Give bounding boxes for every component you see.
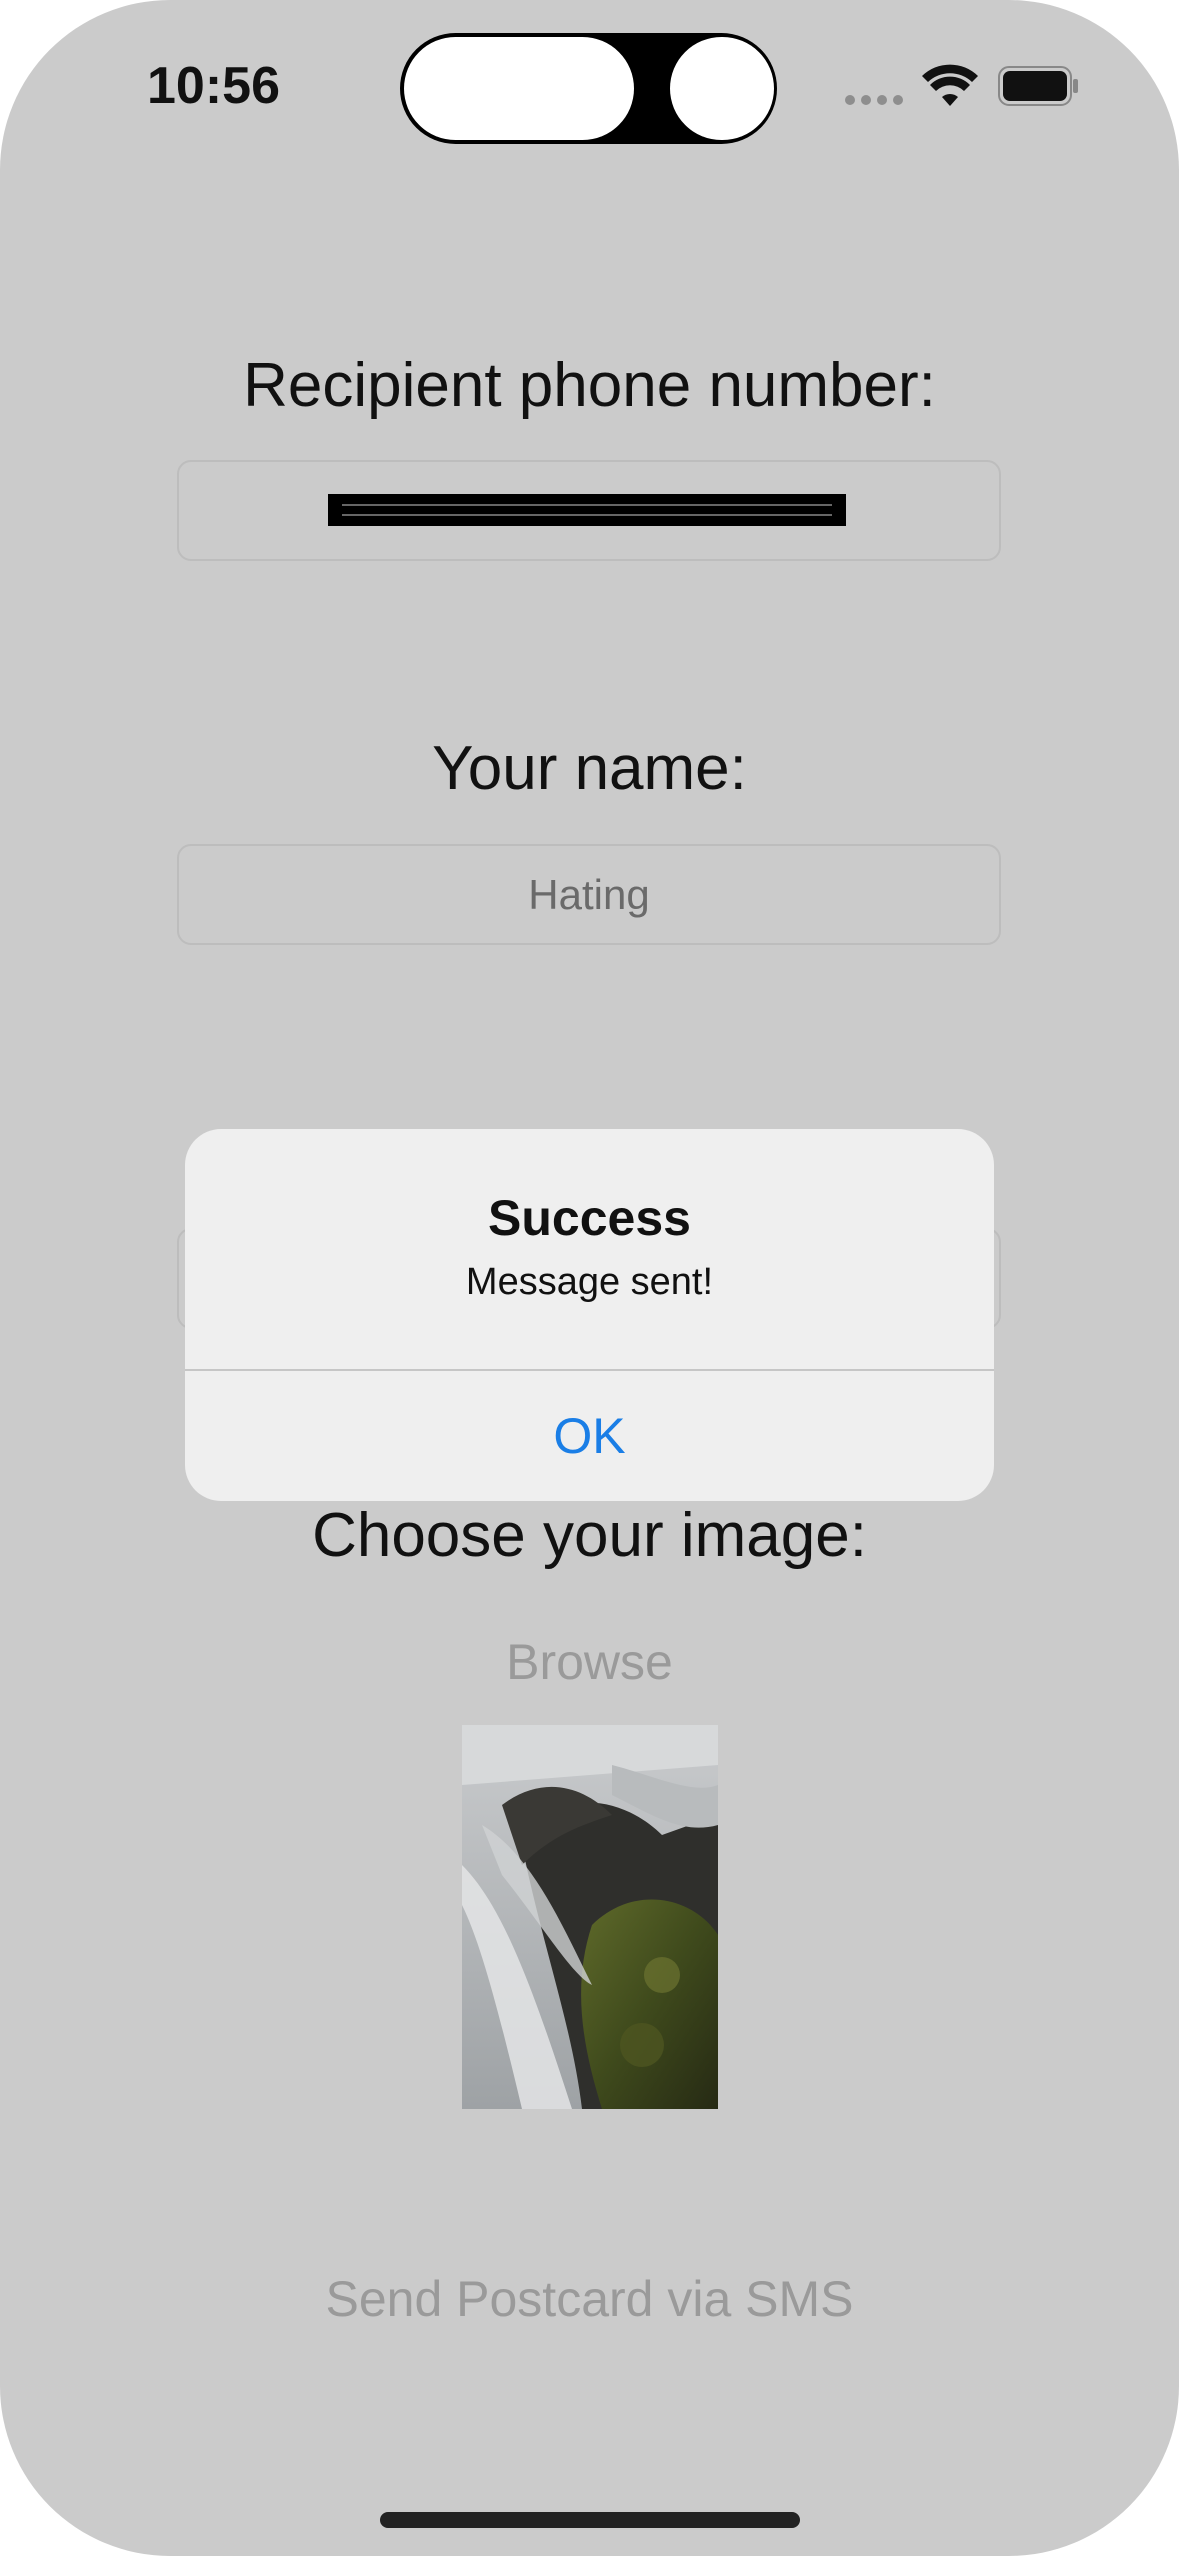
name-value: Hating xyxy=(528,870,650,918)
redaction-bar xyxy=(328,494,846,526)
name-label: Your name: xyxy=(432,734,747,803)
image-label: Choose your image: xyxy=(312,1501,867,1570)
dynamic-island-pill xyxy=(404,37,634,140)
wifi-icon xyxy=(922,64,978,106)
alert-ok-button[interactable]: OK xyxy=(185,1371,994,1501)
status-time: 10:56 xyxy=(147,57,280,115)
phone-label: Recipient phone number: xyxy=(243,351,936,420)
dynamic-island-dot xyxy=(670,37,774,140)
phone-screen: 10:56 Recipient phone number: Your name:… xyxy=(0,0,1179,2556)
selected-image xyxy=(462,1725,718,2109)
home-indicator[interactable] xyxy=(380,2512,800,2528)
alert-title: Success xyxy=(488,1190,691,1246)
browse-button[interactable]: Browse xyxy=(0,1633,1179,1691)
alert-message: Message sent! xyxy=(465,1261,714,1303)
battery-icon xyxy=(998,66,1078,106)
success-alert: Success Message sent! OK xyxy=(185,1129,994,1501)
send-postcard-button[interactable]: Send Postcard via SMS xyxy=(0,2270,1179,2328)
signal-dots-icon xyxy=(845,95,903,105)
name-field[interactable]: Hating xyxy=(177,844,1001,945)
